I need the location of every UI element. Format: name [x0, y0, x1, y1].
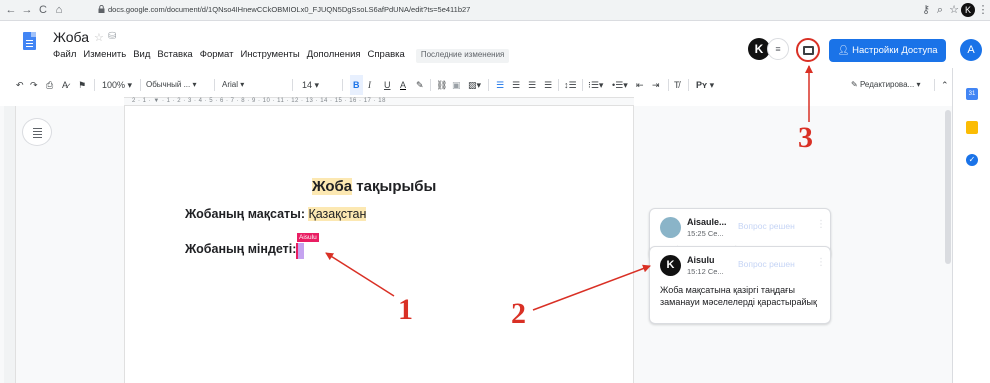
arrow-1 — [325, 252, 395, 297]
annotation-overlay — [325, 65, 813, 311]
annotation-number-2: 2 — [511, 297, 526, 330]
arrow-2 — [532, 264, 651, 311]
annotation-number-3: 3 — [798, 121, 813, 154]
annotation-number-1: 1 — [398, 293, 413, 326]
window: ← → C ⌂ docs.google.com/document/d/1QNso… — [0, 0, 990, 383]
